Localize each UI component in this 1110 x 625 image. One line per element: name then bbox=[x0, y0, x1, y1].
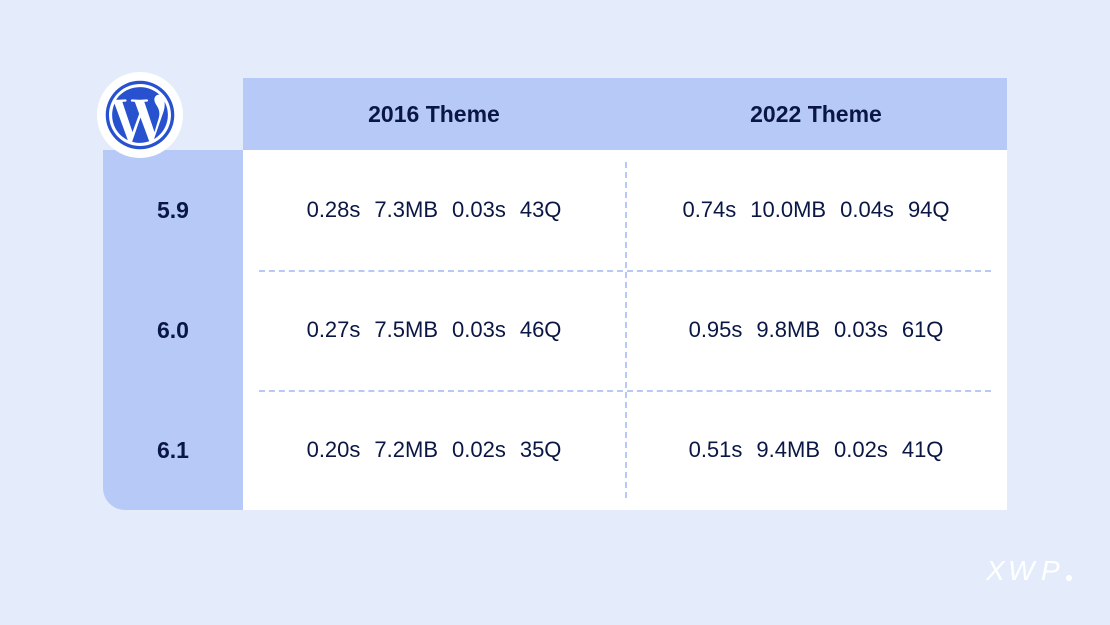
table-body: 5.9 6.0 6.1 0.28s 7.3MB 0.03s 43Q 0.27s … bbox=[103, 150, 1007, 510]
version-label: 6.1 bbox=[103, 390, 243, 510]
memory: 9.4MB bbox=[756, 437, 820, 463]
queries: 43Q bbox=[520, 197, 562, 223]
queries: 94Q bbox=[908, 197, 950, 223]
db-time: 0.04s bbox=[840, 197, 894, 223]
comparison-table: 2016 Theme 2022 Theme 5.9 6.0 6.1 0.28s … bbox=[103, 78, 1007, 510]
db-time: 0.03s bbox=[452, 317, 506, 343]
version-label: 6.0 bbox=[103, 270, 243, 390]
table-row: 0.51s 9.4MB 0.02s 41Q bbox=[625, 390, 1007, 510]
memory: 9.8MB bbox=[756, 317, 820, 343]
table-row: 0.27s 7.5MB 0.03s 46Q bbox=[243, 270, 625, 390]
xwp-brand-logo-icon: X W P bbox=[986, 553, 1076, 597]
load-time: 0.51s bbox=[689, 437, 743, 463]
table-row: 0.95s 9.8MB 0.03s 61Q bbox=[625, 270, 1007, 390]
memory: 7.3MB bbox=[374, 197, 438, 223]
queries: 61Q bbox=[902, 317, 944, 343]
load-time: 0.95s bbox=[689, 317, 743, 343]
svg-text:P: P bbox=[1041, 555, 1061, 586]
table-row: 0.74s 10.0MB 0.04s 94Q bbox=[625, 150, 1007, 270]
svg-text:X: X bbox=[986, 555, 1006, 586]
queries: 41Q bbox=[902, 437, 944, 463]
wordpress-logo-icon bbox=[97, 72, 183, 158]
memory: 7.5MB bbox=[374, 317, 438, 343]
column-header-2016: 2016 Theme bbox=[243, 78, 625, 150]
table-row: 0.28s 7.3MB 0.03s 43Q bbox=[243, 150, 625, 270]
column-header-2022: 2022 Theme bbox=[625, 78, 1007, 150]
db-time: 0.02s bbox=[452, 437, 506, 463]
db-time: 0.02s bbox=[834, 437, 888, 463]
memory: 7.2MB bbox=[374, 437, 438, 463]
version-label: 5.9 bbox=[103, 150, 243, 270]
load-time: 0.74s bbox=[682, 197, 736, 223]
load-time: 0.27s bbox=[307, 317, 361, 343]
db-time: 0.03s bbox=[452, 197, 506, 223]
svg-text:W: W bbox=[1008, 555, 1037, 586]
data-area: 0.28s 7.3MB 0.03s 43Q 0.27s 7.5MB 0.03s … bbox=[243, 150, 1007, 510]
data-column-2016: 0.28s 7.3MB 0.03s 43Q 0.27s 7.5MB 0.03s … bbox=[243, 150, 625, 510]
table-row: 0.20s 7.2MB 0.02s 35Q bbox=[243, 390, 625, 510]
queries: 46Q bbox=[520, 317, 562, 343]
db-time: 0.03s bbox=[834, 317, 888, 343]
memory: 10.0MB bbox=[750, 197, 826, 223]
data-column-2022: 0.74s 10.0MB 0.04s 94Q 0.95s 9.8MB 0.03s… bbox=[625, 150, 1007, 510]
queries: 35Q bbox=[520, 437, 562, 463]
table-header-row: 2016 Theme 2022 Theme bbox=[103, 78, 1007, 150]
load-time: 0.20s bbox=[307, 437, 361, 463]
version-column: 5.9 6.0 6.1 bbox=[103, 150, 243, 510]
load-time: 0.28s bbox=[307, 197, 361, 223]
